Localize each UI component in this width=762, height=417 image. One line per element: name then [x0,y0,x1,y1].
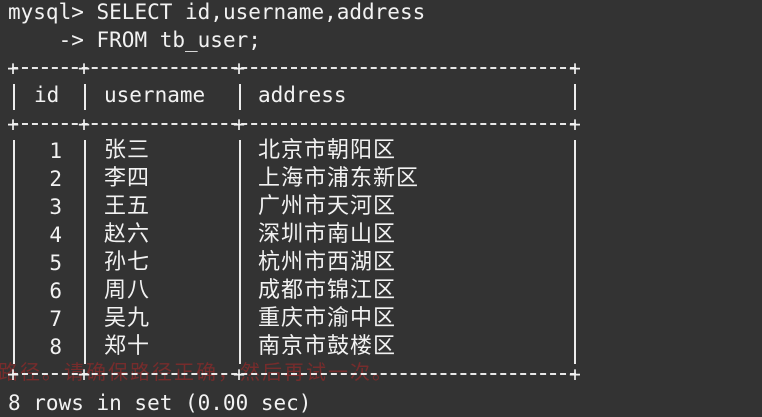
terminal-window[interactable]: mysql> SELECT id,username,address -> FRO… [0,0,762,417]
row-5-id: 5 [49,251,62,275]
column-header-address: address [258,83,347,107]
row-4-id: 4 [49,223,62,247]
mysql-prompt: mysql> [8,0,97,24]
row-6-id: 6 [49,279,62,303]
column-header-id: id [34,83,60,107]
row-3-id: 3 [49,195,62,219]
table-border-top: + + + + [8,58,580,78]
table-vbar [239,84,241,110]
query-text-2: FROM tb_user; [96,28,261,52]
row-8-address: 南京市鼓楼区 [258,334,397,359]
row-3-username: 王五 [104,194,151,219]
row-6-username: 周八 [104,278,151,303]
table-border-header: + + + + [8,114,580,134]
row-2-id: 2 [49,167,62,191]
row-5-address: 杭州市西湖区 [258,250,397,275]
table-border-bottom: + + + + [8,364,580,384]
row-2-address: 上海市浦东新区 [258,166,420,191]
row-5-username: 孙七 [104,250,151,275]
row-3-address: 广州市天河区 [258,194,397,219]
table-vbar [574,140,576,364]
row-7-address: 重庆市渝中区 [258,306,397,331]
table-vbar [13,84,15,110]
result-summary: 8 rows in set (0.00 sec) [8,391,312,415]
row-7-id: 7 [49,307,62,331]
row-4-address: 深圳市南山区 [258,222,397,247]
row-8-id: 8 [49,335,62,359]
table-vbar [574,84,576,110]
row-1-username: 张三 [104,138,151,163]
query-line-1: mysql> SELECT id,username,address [8,0,425,26]
table-vbar [239,140,241,364]
row-1-id: 1 [49,139,62,163]
table-vbar [84,84,86,110]
table-vbar [13,140,15,364]
table-vbar [84,140,86,364]
row-7-username: 吴九 [104,306,151,331]
row-8-username: 郑十 [104,334,151,359]
row-6-address: 成都市锦江区 [258,278,397,303]
row-2-username: 李四 [104,166,151,191]
column-header-username: username [104,83,206,107]
row-4-username: 赵六 [104,222,151,247]
continuation-prompt: -> [8,28,97,52]
query-text-1: SELECT id,username,address [96,0,426,24]
row-1-address: 北京市朝阳区 [258,138,397,163]
query-line-2: -> FROM tb_user; [8,26,261,54]
